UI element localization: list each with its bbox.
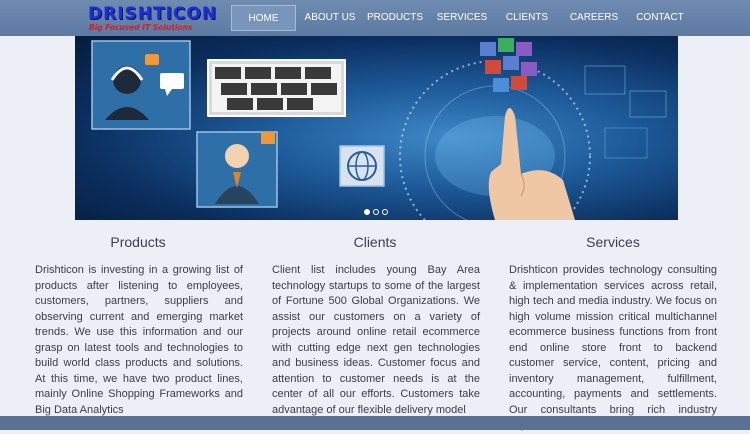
hero-slide-image [91,38,667,220]
support-headset-icon [91,40,191,130]
slider-dot-2[interactable] [373,209,379,215]
nav-products[interactable]: PRODUCTS [366,0,424,36]
products-text: Drishticon is investing in a growing lis… [35,264,243,416]
products-heading: Products [110,234,166,250]
clients-text: Client list includes young Bay Area tech… [272,264,480,416]
globe-icon [339,145,385,187]
businessman-icon [196,131,278,208]
nav-about-us[interactable]: ABOUT US [302,0,358,36]
clients-heading: Clients [353,234,397,250]
nav-contact[interactable]: CONTACT [634,0,686,36]
top-navbar: DRISHTICON Big Focused IT Solutions HOME… [0,0,750,36]
cubes-graphic [480,38,537,92]
services-text: Drishticon provides technology consultin… [509,264,717,431]
logo-wordmark: DRISHTICON [88,4,218,24]
footer-bar [0,416,750,430]
drishticon-logo[interactable]: DRISHTICON Big Focused IT Solutions [88,4,216,32]
nav-careers[interactable]: CAREERS [568,0,620,36]
nav-clients[interactable]: CLIENTS [504,0,550,36]
nav-home[interactable]: HOME [231,5,296,31]
hero-slider[interactable] [75,36,678,220]
logo-tagline: Big Focused IT Solutions [89,23,193,32]
slider-dot-3[interactable] [382,209,388,215]
slider-pagination [364,209,390,217]
nav-services[interactable]: SERVICES [436,0,488,36]
services-heading: Services [586,234,640,250]
keyboard-image [207,59,346,117]
slider-dot-1[interactable] [364,209,370,215]
